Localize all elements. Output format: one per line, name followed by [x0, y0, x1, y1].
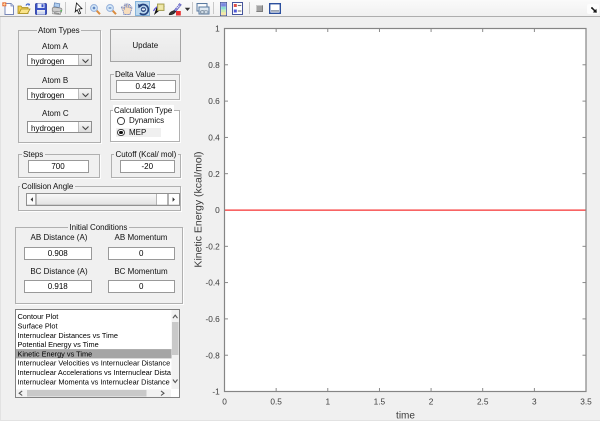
svg-text:0: 0	[215, 205, 220, 215]
svg-text:1.5: 1.5	[374, 397, 386, 407]
svg-text:0.4: 0.4	[208, 133, 220, 143]
svg-text:-1: -1	[212, 387, 220, 397]
svg-text:Internuclear Velocities vs Int: Internuclear Velocities vs Internuclear …	[18, 359, 171, 368]
svg-text:-0.4: -0.4	[206, 278, 221, 288]
svg-text:0.5: 0.5	[270, 397, 282, 407]
svg-text:3.5: 3.5	[580, 397, 592, 407]
svg-text:2.5: 2.5	[477, 397, 489, 407]
svg-text:Contour Plot: Contour Plot	[18, 312, 59, 321]
svg-text:Internuclear Accelerations vs: Internuclear Accelerations vs Internucle…	[18, 368, 172, 377]
svg-text:Internuclear Momenta vs Intern: Internuclear Momenta vs Internuclear Dis…	[18, 377, 174, 386]
svg-text:1: 1	[325, 397, 330, 407]
svg-text:-0.2: -0.2	[206, 241, 221, 251]
svg-text:3: 3	[532, 397, 537, 407]
svg-text:Surface Plot: Surface Plot	[18, 322, 58, 331]
svg-text:Internuclear Distances vs Time: Internuclear Distances vs Time	[18, 331, 118, 340]
svg-text:0.6: 0.6	[208, 96, 220, 106]
svg-text:-0.8: -0.8	[206, 350, 221, 360]
svg-text:Potential Energy vs Time: Potential Energy vs Time	[18, 340, 99, 349]
svg-text:time: time	[396, 411, 415, 421]
svg-text:Kinetic Energy (kcal/mol): Kinetic Energy (kcal/mol)	[192, 151, 204, 267]
svg-text:2: 2	[429, 397, 434, 407]
svg-text:0.2: 0.2	[208, 169, 220, 179]
svg-text:0.8: 0.8	[208, 60, 220, 70]
svg-text:1: 1	[215, 24, 220, 34]
svg-text:-0.6: -0.6	[206, 314, 221, 324]
svg-text:0: 0	[222, 397, 227, 407]
svg-text:Kinetic Energy vs Time: Kinetic Energy vs Time	[18, 349, 93, 358]
